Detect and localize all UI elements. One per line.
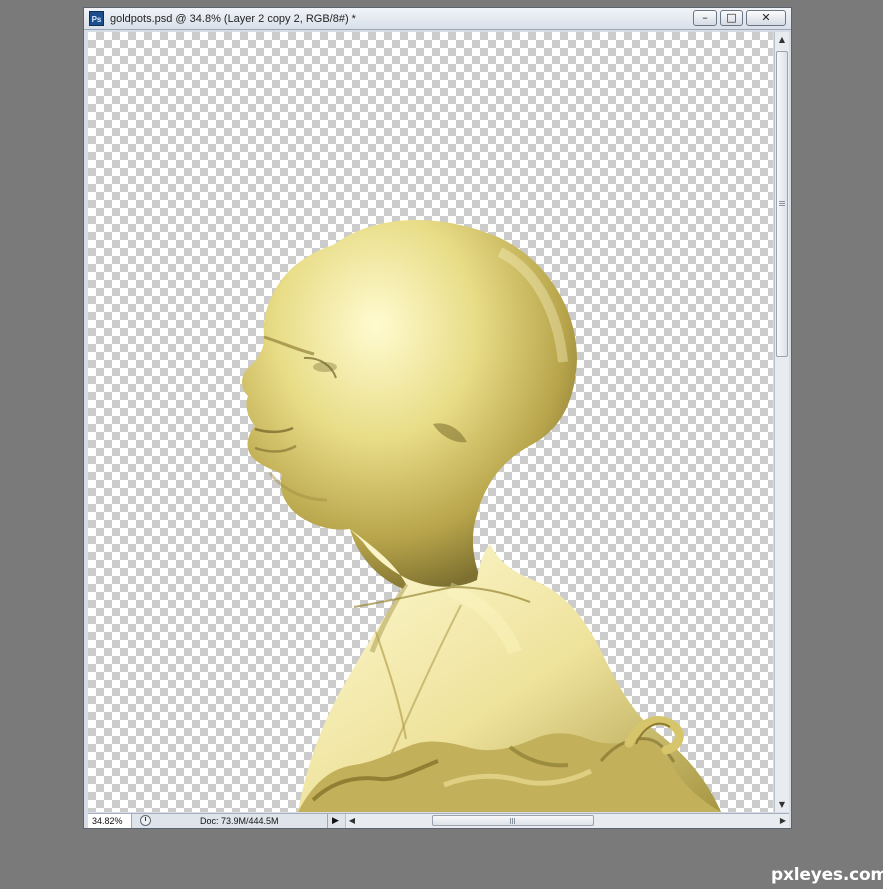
scroll-left-icon[interactable]: ◀ — [346, 814, 358, 828]
scroll-grip-line — [510, 818, 511, 824]
image-canvas[interactable] — [88, 32, 773, 812]
status-menu-arrow-icon[interactable]: ▶ — [332, 814, 344, 828]
minimize-icon: – — [702, 11, 708, 24]
zoom-level-field[interactable]: 34.82% — [88, 814, 132, 828]
gold-bust-image — [242, 219, 721, 812]
horizontal-scroll-thumb[interactable] — [432, 815, 594, 826]
close-button[interactable]: ✕ — [746, 10, 786, 26]
horizontal-scrollbar[interactable]: ◀ ▶ — [345, 814, 789, 828]
restore-button[interactable]: □ — [720, 10, 743, 26]
minimize-button[interactable]: – — [693, 10, 717, 26]
close-icon: ✕ — [761, 11, 771, 24]
timing-icon — [140, 815, 151, 826]
document-title: goldpots.psd @ 34.8% (Layer 2 copy 2, RG… — [110, 13, 356, 25]
scroll-up-icon[interactable]: ▲ — [775, 32, 789, 47]
document-window: Ps goldpots.psd @ 34.8% (Layer 2 copy 2,… — [83, 7, 792, 829]
vertical-scrollbar[interactable]: ▲ ▼ — [774, 32, 789, 812]
scroll-grip-line — [512, 818, 513, 824]
scroll-grip-line — [779, 201, 785, 202]
title-bar[interactable]: Ps goldpots.psd @ 34.8% (Layer 2 copy 2,… — [84, 8, 791, 30]
scroll-grip-line — [514, 818, 515, 824]
scroll-right-icon[interactable]: ▶ — [777, 814, 789, 828]
document-size-info: Doc: 73.9M/444.5M — [158, 814, 328, 828]
scroll-grip-line — [779, 205, 785, 206]
scroll-down-icon[interactable]: ▼ — [775, 797, 789, 812]
vertical-scroll-thumb[interactable] — [776, 51, 788, 357]
restore-icon: □ — [726, 11, 737, 24]
status-bar: 34.82% Doc: 73.9M/444.5M ▶ ◀ ▶ — [88, 813, 789, 828]
scroll-grip-line — [779, 203, 785, 204]
photoshop-icon: Ps — [89, 11, 104, 26]
site-watermark: pxleyes.com — [771, 865, 883, 885]
